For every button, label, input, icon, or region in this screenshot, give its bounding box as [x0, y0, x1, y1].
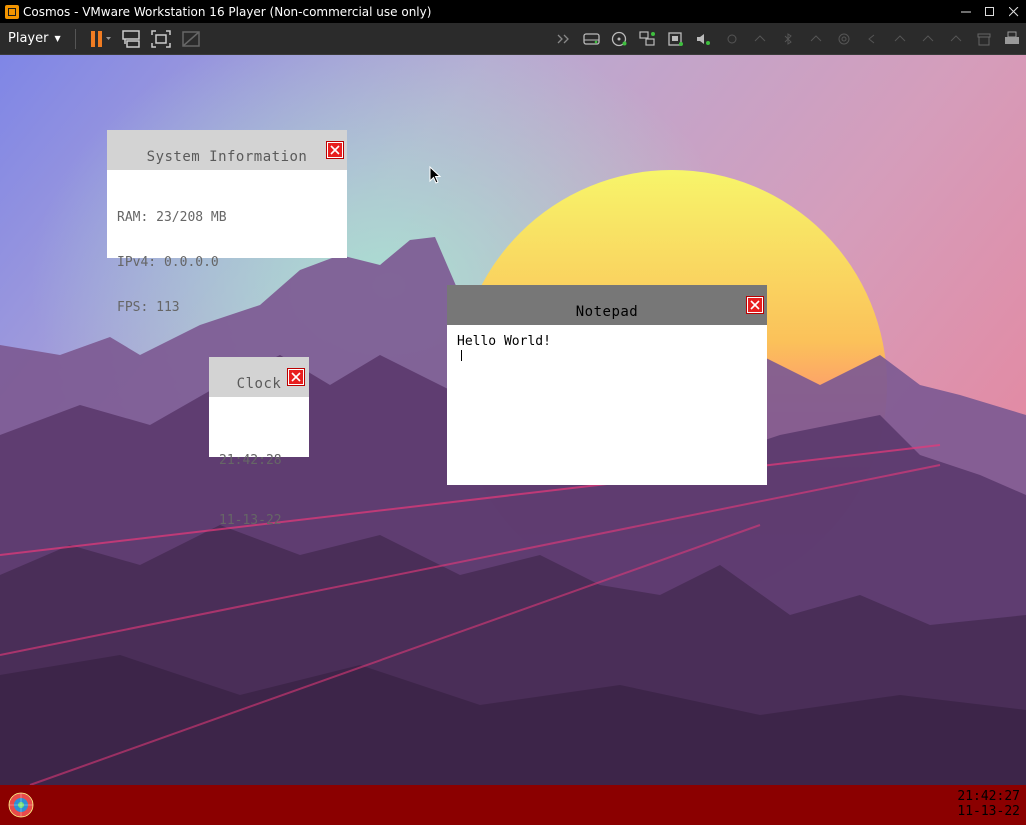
fit-guest-button[interactable]: [146, 26, 176, 52]
disabled-device-9: [942, 26, 970, 52]
hard-disk-icon: [583, 32, 600, 45]
system-info-body: RAM: 23/208 MB IPv4: 0.0.0.0 FPS: 113: [117, 180, 227, 345]
usb-icon: [668, 31, 683, 46]
send-ctrl-alt-del-icon: [121, 29, 140, 48]
close-icon: [750, 300, 760, 310]
player-toolbar: Player ▼: [0, 23, 1026, 55]
guest-screen[interactable]: System Information RAM: 23/208 MB IPv4: …: [0, 55, 1026, 825]
clock-time: 21:42:28: [219, 453, 282, 468]
disabled-device-6: [858, 26, 886, 52]
notepad-window: Notepad Hello World!: [447, 285, 767, 485]
mouse-cursor-icon: [429, 166, 442, 184]
disabled-device-5: [830, 26, 858, 52]
system-info-title: System Information: [146, 149, 308, 165]
unity-icon: [181, 30, 200, 47]
device-icon: [950, 34, 962, 41]
system-info-title-bar[interactable]: System Information: [107, 130, 347, 170]
clock-close-button[interactable]: [288, 369, 304, 385]
notepad-close-button[interactable]: [747, 297, 763, 313]
disabled-device-7: [886, 26, 914, 52]
taskbar-date: 11-13-22: [957, 804, 1020, 819]
close-icon: [1009, 6, 1019, 16]
taskbar-clock: 21:42:27 11-13-22: [957, 789, 1020, 819]
system-info-window: System Information RAM: 23/208 MB IPv4: …: [107, 130, 347, 315]
cosmos-logo-icon[interactable]: [8, 792, 34, 818]
close-button[interactable]: [1002, 0, 1026, 23]
archive-icon: [977, 33, 991, 45]
clock-title: Clock: [236, 376, 282, 392]
printer-icon: [1005, 31, 1019, 44]
disabled-device-3: [774, 26, 802, 52]
pause-icon: [90, 30, 111, 47]
system-info-close-button[interactable]: [327, 142, 343, 158]
usb-device[interactable]: [662, 26, 690, 52]
player-menu-button[interactable]: Player ▼: [0, 26, 69, 52]
clock-body: 21:42:28 11-13-22: [219, 411, 282, 571]
network-adapter-device[interactable]: [634, 26, 662, 52]
device-icon: [727, 34, 737, 43]
disabled-device-1: [718, 26, 746, 52]
cd-dvd-icon: [611, 31, 627, 46]
maximize-icon: [985, 6, 994, 16]
taskbar-time: 21:42:27: [957, 789, 1020, 804]
notepad-title-bar[interactable]: Notepad: [447, 285, 767, 325]
device-icon: [868, 34, 875, 43]
hard-disk-device[interactable]: [578, 26, 606, 52]
fps-readout: FPS: 113: [117, 300, 180, 315]
notepad-content: Hello World!: [457, 334, 551, 349]
chevron-down-icon: ▼: [54, 34, 61, 43]
device-icon: [838, 33, 850, 44]
device-icon: [894, 34, 906, 41]
archive-device: [970, 26, 998, 52]
vmware-player-window: Cosmos - VMware Workstation 16 Player (N…: [0, 0, 1026, 825]
send-ctrl-alt-del-button[interactable]: [116, 26, 146, 52]
sound-device[interactable]: [690, 26, 718, 52]
minimize-icon: [961, 11, 971, 12]
window-title: Cosmos - VMware Workstation 16 Player (N…: [23, 4, 432, 19]
host-title-bar: Cosmos - VMware Workstation 16 Player (N…: [0, 0, 1026, 23]
network-adapter-icon: [639, 30, 655, 46]
disabled-device-8: [914, 26, 942, 52]
cd-dvd-device[interactable]: [606, 26, 634, 52]
ram-readout: RAM: 23/208 MB: [117, 210, 227, 225]
expand-icon: [557, 34, 569, 43]
printer-device[interactable]: [998, 26, 1026, 52]
player-menu-label: Player: [8, 31, 49, 46]
ipv4-readout: IPv4: 0.0.0.0: [117, 255, 219, 270]
notepad-title: Notepad: [575, 304, 639, 320]
sound-icon: [697, 33, 710, 45]
device-icon: [754, 34, 766, 41]
taskbar: 21:42:27 11-13-22: [0, 785, 1026, 825]
disabled-device-2: [746, 26, 774, 52]
bluetooth-icon: [784, 32, 792, 45]
disabled-device-4: [802, 26, 830, 52]
notepad-text-area[interactable]: Hello World!: [447, 325, 767, 485]
vmware-app-icon: [5, 4, 19, 19]
close-icon: [330, 145, 340, 155]
fit-guest-icon: [150, 29, 171, 48]
pause-button[interactable]: [86, 26, 116, 52]
toolbar-divider: [74, 28, 76, 49]
maximize-button[interactable]: [978, 0, 1002, 23]
text-cursor: [461, 350, 462, 361]
device-icon: [810, 34, 822, 41]
unity-button[interactable]: [176, 26, 206, 52]
expand-devices-button[interactable]: [550, 26, 578, 52]
clock-window: Clock 21:42:28 11-13-22: [209, 357, 309, 528]
minimize-button[interactable]: [954, 0, 978, 23]
device-icon: [922, 34, 934, 41]
close-icon: [291, 372, 301, 382]
clock-date: 11-13-22: [219, 513, 282, 528]
